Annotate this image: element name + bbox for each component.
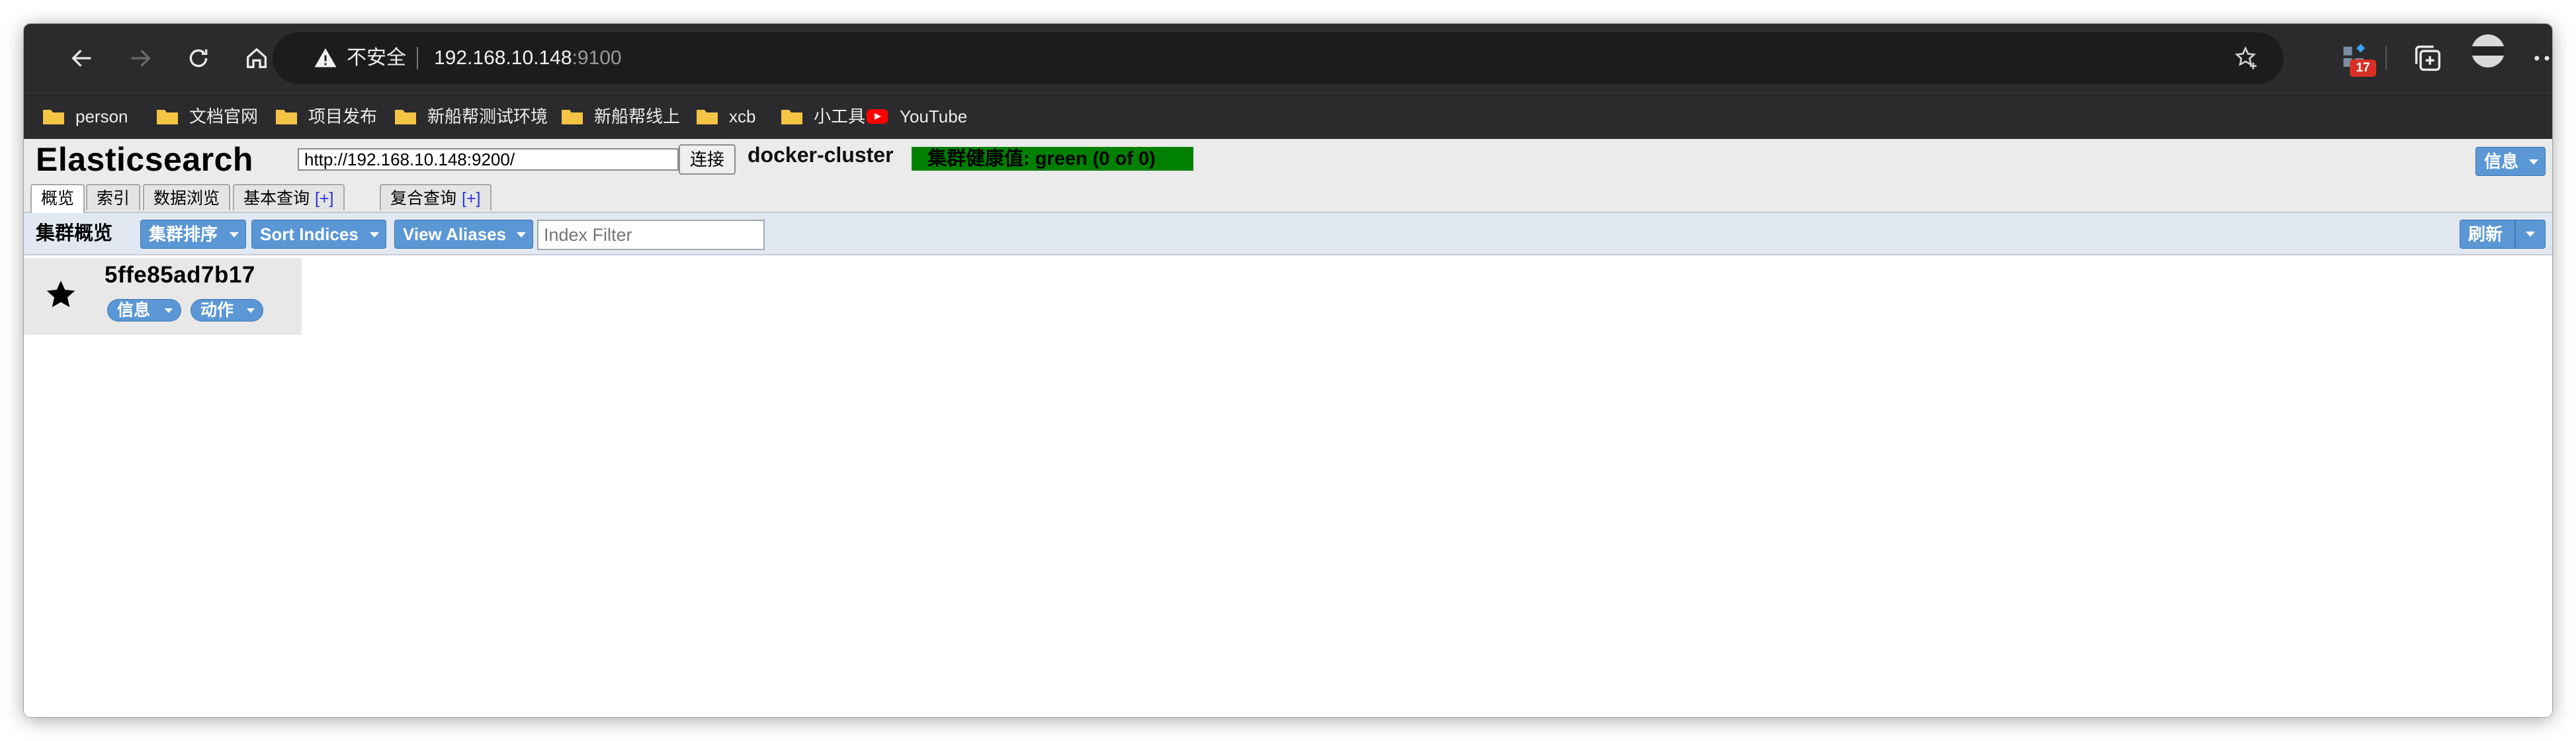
chevron-down-icon (2529, 159, 2538, 165)
toolbar-divider (2385, 46, 2387, 70)
refresh-options-button[interactable] (2515, 220, 2546, 249)
tab-indices[interactable]: 索引 (86, 184, 141, 210)
node-info-button[interactable]: 信息 (107, 299, 181, 322)
refresh-button[interactable]: 刷新 (2460, 220, 2515, 249)
sort-cluster-button[interactable]: 集群排序 (140, 220, 246, 249)
tab-browser[interactable]: 数据浏览 (143, 184, 231, 210)
chevron-down-icon (247, 308, 255, 313)
tab-overview[interactable]: 概览 (30, 184, 85, 213)
folder-icon (781, 110, 802, 124)
overview-title: 集群概览 (36, 223, 113, 244)
address-bar[interactable]: 不安全 192.168.10.148:9100 (273, 32, 2284, 84)
folder-icon (157, 110, 178, 124)
avatar[interactable] (2471, 34, 2505, 67)
more-icon[interactable] (2530, 41, 2552, 75)
tab-basic-query[interactable]: 基本查询 [+] (233, 184, 345, 210)
browser-window: 不安全 192.168.10.148:9100 17 person 文档官网 项… (24, 24, 2552, 717)
connect-url-input[interactable] (298, 148, 679, 171)
cluster-health-badge: 集群健康值: green (0 of 0) (912, 147, 1193, 171)
es-header: Elasticsearch 连接 docker-cluster 集群健康值: g… (24, 139, 2552, 213)
favorite-add-icon[interactable] (2233, 45, 2260, 71)
star-icon (46, 281, 75, 308)
chevron-down-icon (517, 232, 526, 238)
es-head-page: Elasticsearch 连接 docker-cluster 集群健康值: g… (24, 139, 2552, 717)
view-aliases-button[interactable]: View Aliases (394, 220, 533, 249)
youtube-icon (867, 109, 888, 124)
folder-icon (43, 110, 64, 124)
page-title: Elasticsearch (36, 141, 253, 178)
chevron-down-icon (230, 232, 239, 238)
node-name: 5ffe85ad7b17 (105, 262, 255, 288)
folder-icon (697, 110, 718, 124)
extension-badge: 17 (2350, 60, 2376, 77)
address-url[interactable]: 192.168.10.148:9100 (434, 32, 622, 84)
chevron-down-icon (165, 308, 173, 313)
tab-compound-query[interactable]: 复合查询 [+] (380, 184, 492, 210)
node-action-button[interactable]: 动作 (191, 299, 263, 322)
index-filter-input[interactable] (537, 220, 765, 250)
connect-button[interactable]: 连接 (679, 144, 736, 175)
chevron-down-icon (370, 232, 379, 238)
bookmarks-bar: person 文档官网 项目发布 新船帮测试环境 新船帮线上 xcb 小工具 Y… (24, 93, 2552, 140)
info-menu-button[interactable]: 信息 (2475, 147, 2546, 176)
folder-icon (395, 110, 416, 124)
sort-indices-button[interactable]: Sort Indices (251, 220, 386, 249)
cluster-name: docker-cluster (748, 143, 894, 167)
reload-icon[interactable] (173, 33, 224, 83)
security-label[interactable]: 不安全 (347, 32, 406, 84)
forward-icon[interactable] (115, 33, 165, 83)
folder-icon (562, 110, 583, 124)
node-card: 5ffe85ad7b17 信息 动作 (24, 258, 302, 335)
back-icon[interactable] (57, 33, 107, 83)
collections-icon[interactable] (2411, 41, 2445, 75)
browser-toolbar: 不安全 192.168.10.148:9100 17 (24, 24, 2552, 93)
address-divider (417, 47, 418, 69)
warning-icon[interactable] (314, 46, 337, 70)
folder-icon (276, 110, 297, 124)
overview-toolbar: 集群概览 集群排序 Sort Indices View Aliases 刷新 (24, 213, 2552, 255)
